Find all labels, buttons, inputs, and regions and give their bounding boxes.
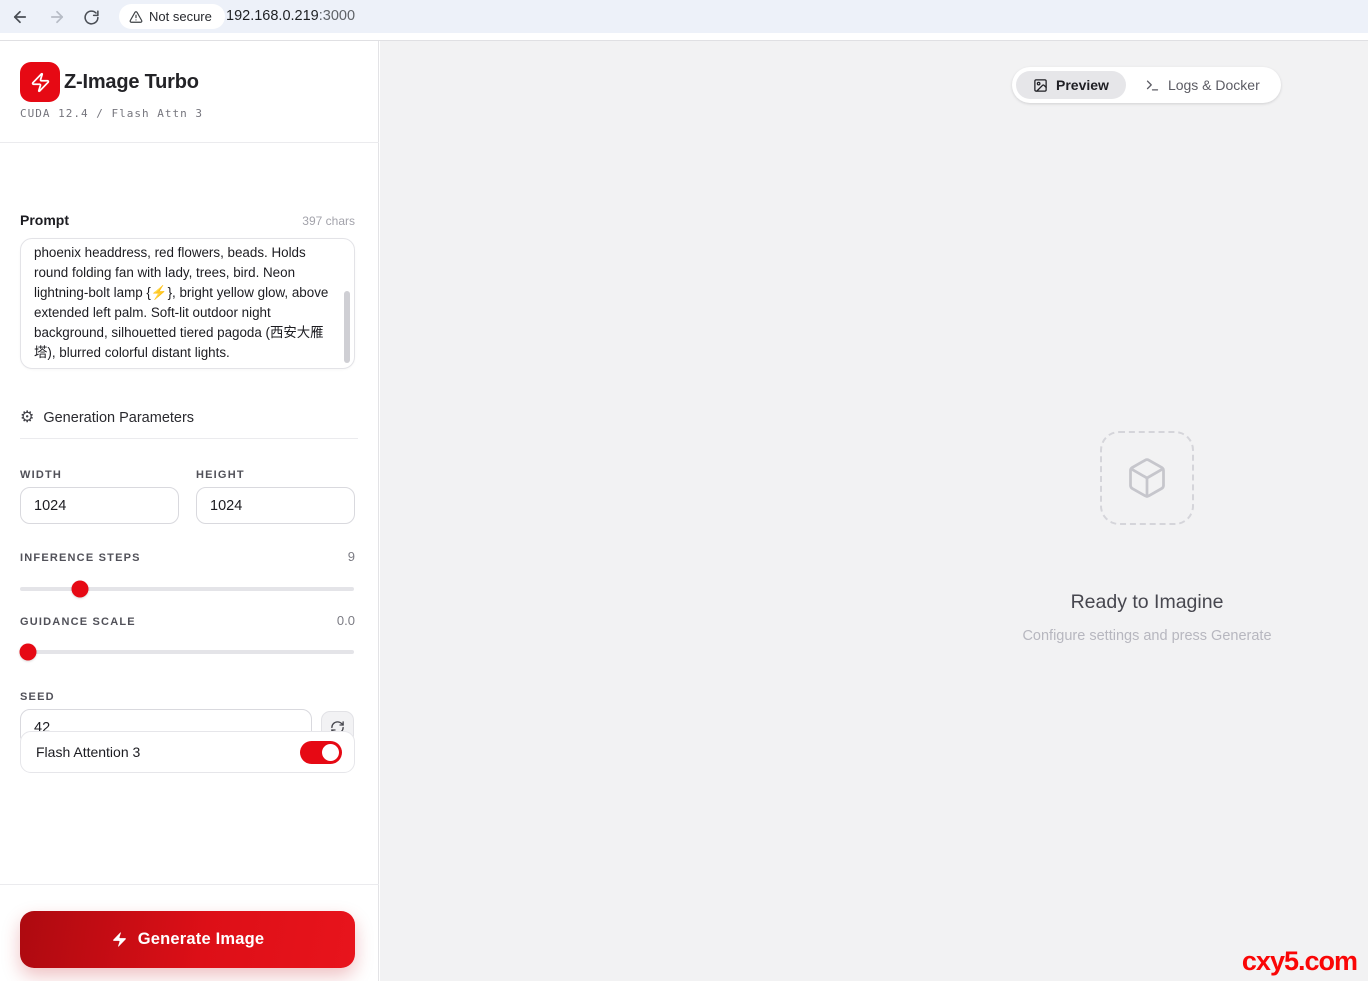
inference-steps-slider[interactable] (20, 580, 354, 598)
slider-track[interactable] (20, 587, 354, 591)
inference-steps-label: INFERENCE STEPS (20, 552, 141, 564)
prompt-header: Prompt 397 chars (20, 212, 355, 228)
not-secure-badge[interactable]: Not secure (119, 4, 225, 29)
address-bar[interactable]: 192.168.0.219:3000 (226, 8, 355, 24)
prompt-char-count: 397 chars (302, 214, 355, 228)
inference-steps-row: INFERENCE STEPS 9 (20, 549, 355, 564)
reload-icon[interactable] (79, 5, 103, 29)
generate-image-button[interactable]: Generate Image (20, 911, 355, 968)
tab-logs-docker[interactable]: Logs & Docker (1128, 71, 1277, 99)
flash-attention-card: Flash Attention 3 (20, 731, 355, 773)
flash-attention-toggle[interactable] (300, 740, 342, 764)
browser-toolbar: Not secure 192.168.0.219:3000 (0, 0, 1368, 33)
prompt-label: Prompt (20, 212, 69, 228)
prompt-textarea[interactable]: phoenix headdress, red flowers, beads. H… (20, 238, 355, 369)
width-label: WIDTH (20, 469, 63, 481)
empty-state-title: Ready to Imagine (1070, 591, 1224, 613)
generation-parameters-title: Generation Parameters (43, 410, 195, 426)
guidance-scale-value: 0.0 (336, 613, 355, 628)
security-label: Not secure (149, 9, 212, 24)
generate-button-label: Generate Image (137, 930, 265, 948)
empty-state-subtitle: Configure settings and press Generate (1022, 628, 1272, 644)
screen: Not secure 192.168.0.219:3000 Z-Image Tu… (0, 0, 1368, 981)
empty-state-placeholder (1100, 431, 1194, 525)
inference-steps-slider-thumb[interactable] (71, 580, 89, 598)
terminal-icon (1145, 78, 1160, 93)
guidance-scale-label: GUIDANCE SCALE (20, 616, 136, 628)
tab-preview-label: Preview (1056, 77, 1109, 93)
preview-panel: Preview Logs & Docker Ready to Imagine C… (380, 41, 1368, 981)
gear-icon: ⚙ (20, 409, 35, 426)
tab-logs-label: Logs & Docker (1167, 77, 1260, 93)
bolt-emoji: ⚡ (150, 285, 168, 300)
back-icon[interactable] (8, 5, 32, 29)
slider-track[interactable] (20, 650, 354, 654)
app-logo (20, 62, 60, 102)
guidance-scale-row: GUIDANCE SCALE 0.0 (20, 613, 355, 628)
image-icon (1033, 78, 1048, 93)
lightning-bolt-icon (30, 72, 51, 93)
app-title: Z-Image Turbo (64, 71, 199, 93)
sidebar: Z-Image Turbo CUDA 12.4 / Flash Attn 3 P… (0, 41, 379, 981)
prompt-scrollbar-thumb[interactable] (344, 291, 350, 363)
width-input[interactable] (20, 487, 179, 524)
flash-attention-label: Flash Attention 3 (36, 744, 141, 760)
height-input[interactable] (196, 487, 355, 524)
forward-icon[interactable] (45, 5, 69, 29)
guidance-scale-slider[interactable] (19, 643, 354, 661)
seed-label: SEED (20, 691, 55, 703)
url-port: :3000 (318, 8, 356, 24)
view-tabs: Preview Logs & Docker (1012, 67, 1281, 103)
toolbar-divider (0, 33, 1368, 41)
bolt-icon (111, 931, 128, 948)
footer-divider (0, 884, 379, 885)
height-label: HEIGHT (196, 469, 245, 481)
header-divider (0, 142, 379, 143)
guidance-scale-slider-thumb[interactable] (19, 643, 37, 661)
warning-triangle-icon (129, 10, 143, 24)
url-host: 192.168.0.219 (226, 8, 319, 24)
toggle-knob (322, 743, 339, 761)
watermark: cxy5.com (1241, 946, 1358, 976)
generation-parameters-header: ⚙ Generation Parameters (20, 409, 195, 427)
params-divider (20, 438, 358, 439)
cube-icon (1125, 456, 1169, 500)
tab-preview[interactable]: Preview (1016, 71, 1126, 99)
inference-steps-value: 9 (347, 549, 355, 564)
prompt-text: phoenix headdress, red flowers, beads. H… (34, 245, 329, 360)
app-subtitle: CUDA 12.4 / Flash Attn 3 (20, 107, 203, 120)
